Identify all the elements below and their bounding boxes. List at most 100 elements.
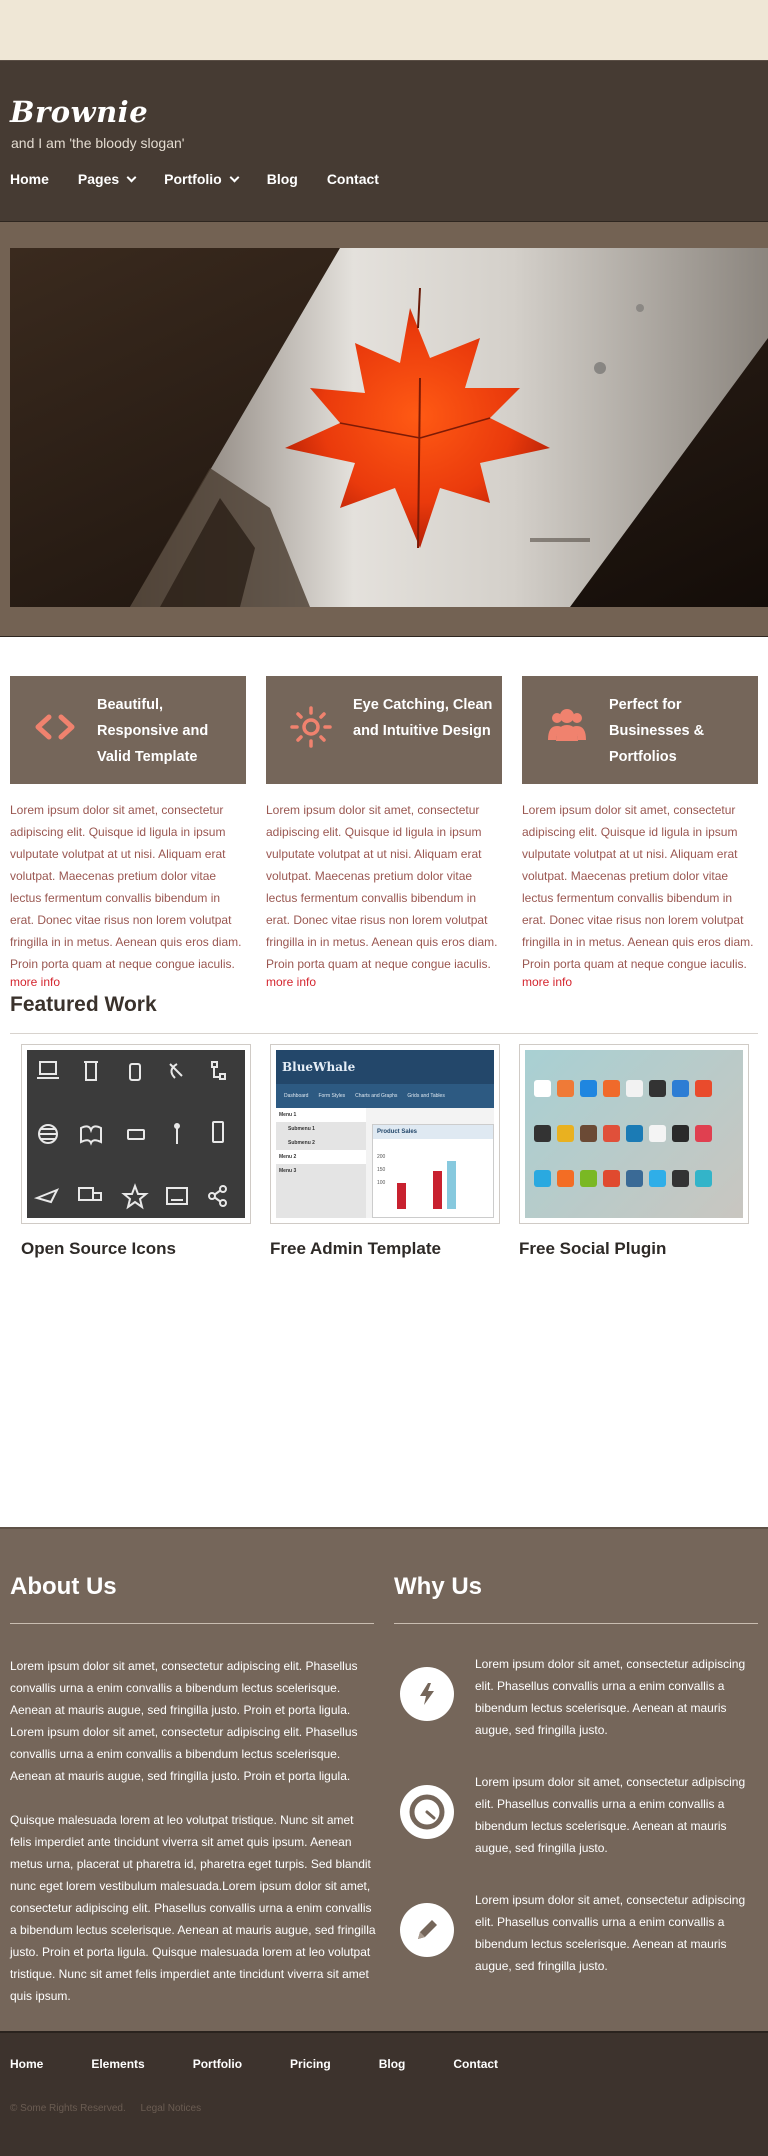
admin-tabs: Dashboard Form Styles Charts and Graphs … <box>276 1084 494 1108</box>
admin-tab: Dashboard <box>284 1093 309 1099</box>
footer-link-elements[interactable]: Elements <box>91 2057 144 2071</box>
axis-tick: 150 <box>377 1167 386 1173</box>
more-info-link[interactable]: more info <box>266 975 502 989</box>
axis-tick: 200 <box>377 1154 386 1160</box>
admin-menu: Submenu 2 <box>288 1140 315 1146</box>
hero-image <box>10 248 768 607</box>
nav-label: Portfolio <box>164 171 222 187</box>
about-paragraph: Lorem ipsum dolor sit amet, consectetur … <box>10 1659 358 1783</box>
feature-title: Perfect for Businesses & Portfolios <box>609 697 705 765</box>
work-thumbnail[interactable] <box>519 1044 749 1224</box>
chevron-down-icon <box>229 172 240 182</box>
icon-set-preview <box>33 1061 227 1210</box>
social-icons-preview <box>534 1080 712 1187</box>
admin-menu: Menu 3 <box>279 1168 297 1174</box>
footer-link-home[interactable]: Home <box>10 2057 43 2071</box>
about-paragraph: Quisque malesuada lorem at leo volutpat … <box>10 1813 376 2003</box>
admin-axis: 200 150 100 <box>377 1151 385 1190</box>
slogan: and I am 'the bloody slogan' <box>11 135 185 151</box>
admin-menu: Menu 2 <box>276 1150 366 1164</box>
admin-panel-title: Product Sales <box>373 1125 493 1139</box>
chart-bar <box>397 1183 406 1209</box>
admin-topbar: BlueWhale <box>276 1050 494 1084</box>
users-icon <box>548 709 586 741</box>
feature-box: Perfect for Businesses & Portfolios <box>522 676 758 784</box>
footer-link-blog[interactable]: Blog <box>379 2057 406 2071</box>
footer-link-contact[interactable]: Contact <box>453 2057 498 2071</box>
nav-label: Home <box>10 171 49 187</box>
chevron-down-icon <box>126 172 137 182</box>
about-text: Lorem ipsum dolor sit amet, consectetur … <box>10 1655 376 2029</box>
logo[interactable]: Brownie <box>10 95 148 129</box>
admin-brand: BlueWhale <box>282 1060 356 1074</box>
why-text: Lorem ipsum dolor sit amet, consectetur … <box>475 1775 746 1855</box>
why-item: Lorem ipsum dolor sit amet, consectetur … <box>400 1771 758 1859</box>
gauge-icon <box>400 1785 454 1839</box>
footer-link-pricing[interactable]: Pricing <box>290 2057 331 2071</box>
work-item: BlueWhale Dashboard Form Styles Charts a… <box>270 1044 500 1259</box>
lightning-icon <box>400 1667 454 1721</box>
divider <box>10 1623 374 1624</box>
admin-tab: Grids and Tables <box>407 1093 445 1099</box>
feature-title: Eye Catching, Clean and Intuitive Design <box>353 697 493 739</box>
icon-grid <box>27 1050 245 1218</box>
top-strip <box>0 0 768 60</box>
why-text: Lorem ipsum dolor sit amet, consectetur … <box>475 1893 746 1973</box>
featured-work-title: Featured Work <box>10 993 157 1016</box>
more-info-link[interactable]: more info <box>10 975 246 989</box>
footer-nav: Home Elements Portfolio Pricing Blog Con… <box>10 2057 546 2071</box>
pencil-icon <box>400 1903 454 1957</box>
feature-business: Perfect for Businesses & Portfolios Lore… <box>522 676 758 989</box>
code-icon <box>35 714 75 740</box>
sun-icon <box>290 706 332 748</box>
copyright-text: © Some Rights Reserved. <box>10 2103 126 2114</box>
feature-responsive: Beautiful, Responsive and Valid Template… <box>10 676 246 989</box>
admin-sidebar: Menu 1 Submenu 1 Submenu 2 Menu 2 Menu 3 <box>276 1108 366 1218</box>
axis-tick: 100 <box>377 1180 386 1186</box>
more-info-link[interactable]: more info <box>522 975 758 989</box>
main-nav: Home Pages Portfolio Blog Contact <box>10 171 408 187</box>
why-item: Lorem ipsum dolor sit amet, consectetur … <box>400 1653 758 1741</box>
nav-label: Blog <box>266 171 298 187</box>
admin-menu: Submenu 1 <box>288 1126 315 1132</box>
work-thumbnail[interactable]: BlueWhale Dashboard Form Styles Charts a… <box>270 1044 500 1224</box>
chart-bar <box>447 1161 456 1209</box>
admin-menu: Menu 1 <box>276 1108 366 1122</box>
nav-home[interactable]: Home <box>10 171 49 187</box>
admin-tab: Form Styles <box>318 1093 346 1099</box>
feature-title: Beautiful, Responsive and Valid Template <box>97 697 209 765</box>
chart-bar <box>433 1171 442 1209</box>
content-area: Beautiful, Responsive and Valid Template… <box>0 637 768 1527</box>
work-item: Open Source Icons <box>21 1044 251 1259</box>
nav-portfolio[interactable]: Portfolio <box>164 171 240 187</box>
why-title: Why Us <box>394 1573 483 1600</box>
copyright: © Some Rights Reserved. Legal Notices <box>10 2103 213 2114</box>
admin-preview: BlueWhale Dashboard Form Styles Charts a… <box>276 1050 494 1218</box>
nav-contact[interactable]: Contact <box>327 171 379 187</box>
hero-band <box>0 221 768 637</box>
legal-notices-link[interactable]: Legal Notices <box>141 2103 202 2114</box>
feature-design: Eye Catching, Clean and Intuitive Design… <box>266 676 502 989</box>
why-text: Lorem ipsum dolor sit amet, consectetur … <box>475 1657 746 1737</box>
work-item: Free Social Plugin <box>519 1044 749 1259</box>
work-title[interactable]: Free Admin Template <box>270 1239 500 1259</box>
nav-pages[interactable]: Pages <box>78 171 137 187</box>
admin-tab: Charts and Graphs <box>355 1093 398 1099</box>
leaf-on-birch-photo <box>10 248 768 607</box>
work-thumbnail[interactable] <box>21 1044 251 1224</box>
work-title[interactable]: Open Source Icons <box>21 1239 251 1259</box>
feature-box: Beautiful, Responsive and Valid Template <box>10 676 246 784</box>
why-item: Lorem ipsum dolor sit amet, consectetur … <box>400 1889 758 1977</box>
social-preview <box>525 1050 743 1218</box>
divider <box>394 1623 758 1624</box>
feature-box: Eye Catching, Clean and Intuitive Design <box>266 676 502 784</box>
feature-text: Lorem ipsum dolor sit amet, consectetur … <box>10 803 242 971</box>
admin-panel: Product Sales 200 150 100 <box>372 1124 494 1218</box>
feature-text: Lorem ipsum dolor sit amet, consectetur … <box>522 803 754 971</box>
divider <box>10 1033 758 1034</box>
about-section: About Us Lorem ipsum dolor sit amet, con… <box>0 1527 768 2031</box>
work-title[interactable]: Free Social Plugin <box>519 1239 749 1259</box>
feature-text: Lorem ipsum dolor sit amet, consectetur … <box>266 803 498 971</box>
nav-blog[interactable]: Blog <box>267 171 298 187</box>
footer-link-portfolio[interactable]: Portfolio <box>193 2057 242 2071</box>
